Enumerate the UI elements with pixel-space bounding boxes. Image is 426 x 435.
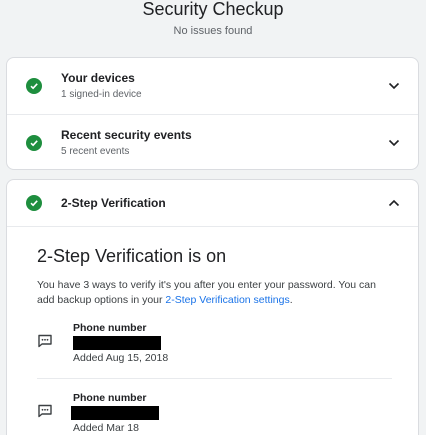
tsv-description-end: . [289, 294, 293, 306]
check-circle-icon [26, 78, 42, 94]
security-summary-card: Your devices 1 signed-in device Recent s… [6, 57, 419, 170]
message-icon [38, 334, 52, 348]
check-circle-icon [26, 135, 42, 151]
two-step-verification-label: 2-Step Verification [61, 196, 166, 210]
recent-security-events-subtext: 5 recent events [61, 146, 130, 157]
two-step-verification-row[interactable]: 2-Step Verification [7, 180, 418, 226]
tsv-status-title: 2-Step Verification is on [37, 246, 227, 266]
your-devices-subtext: 1 signed-in device [61, 89, 142, 100]
method-separator [37, 378, 392, 379]
two-step-verification-card: 2-Step Verification 2-Step Verification … [6, 179, 419, 435]
chevron-down-icon[interactable] [388, 82, 400, 90]
method-added-date: Added Aug 15, 2018 [73, 352, 169, 364]
page-title: Security Checkup [142, 0, 284, 19]
page-header: Security Checkup No issues found [0, 0, 426, 37]
chevron-down-icon[interactable] [388, 139, 400, 147]
your-devices-label: Your devices [61, 71, 135, 85]
check-circle-icon [26, 195, 42, 211]
redacted-phone-number [71, 406, 159, 420]
chevron-up-icon[interactable] [388, 199, 400, 207]
tsv-settings-link[interactable]: 2-Step Verification settings [165, 294, 289, 306]
your-devices-row[interactable]: Your devices 1 signed-in device [7, 58, 418, 114]
method-label: Phone number [73, 392, 147, 404]
page-subtitle: No issues found [173, 25, 253, 37]
recent-security-events-row[interactable]: Recent security events 5 recent events [7, 114, 418, 170]
method-added-date: Added Mar 18 [73, 422, 139, 434]
section-divider [7, 226, 418, 227]
tsv-description: You have 3 ways to verify it's you after… [37, 278, 392, 308]
message-icon [38, 404, 52, 418]
redacted-phone-number [73, 336, 161, 350]
recent-security-events-label: Recent security events [61, 128, 192, 142]
verification-method-item[interactable]: Phone number Added Mar 18 [7, 390, 418, 435]
method-label: Phone number [73, 322, 147, 334]
verification-method-item[interactable]: Phone number Added Aug 15, 2018 [7, 320, 418, 380]
